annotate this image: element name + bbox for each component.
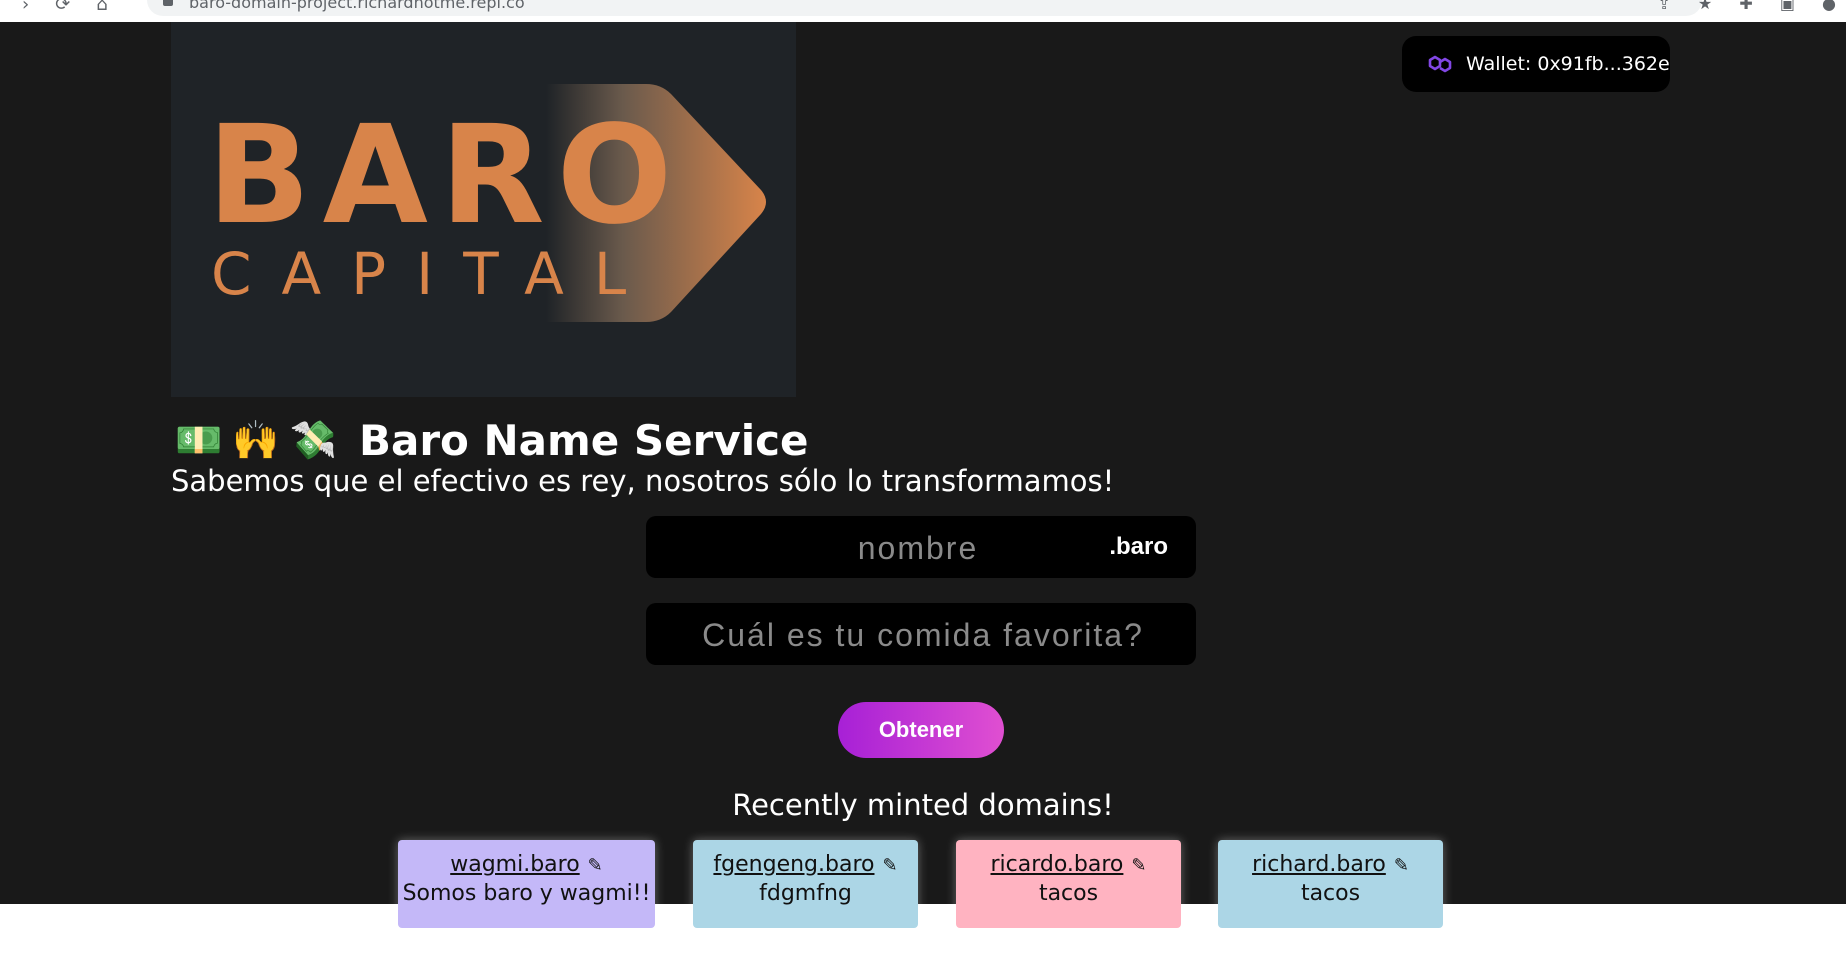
bookmark-star-icon[interactable]: ★ (1698, 0, 1712, 13)
logo-text-baro: BARO (207, 97, 684, 255)
domain-record: tacos (1038, 881, 1099, 906)
page-subtitle: Sabemos que el efectivo es rey, nosotros… (171, 464, 1115, 498)
edit-pencil-icon[interactable]: ✎ (1131, 855, 1146, 876)
address-bar[interactable]: baro-domain-project.richardnotme.repl.co (147, 0, 1702, 16)
domain-record: fdgmfng (759, 881, 852, 906)
record-input[interactable] (666, 603, 1180, 667)
profile-icon[interactable]: ● (1822, 0, 1836, 13)
window-icon[interactable]: ▣ (1780, 0, 1795, 13)
extensions-icon[interactable]: ✚ (1739, 0, 1752, 13)
domain-name-field: .baro (646, 516, 1196, 580)
wallet-address: Wallet: 0x91fb...362e (1466, 53, 1670, 75)
domain-card: fgengeng.baro ✎ fdgmfng (693, 840, 918, 928)
browser-toolbar: ›⟳⌂ baro-domain-project.richardnotme.rep… (0, 0, 1846, 23)
address-bar-url[interactable]: baro-domain-project.richardnotme.repl.co (189, 0, 525, 11)
logo-graphic: BARO CAPITAL (207, 84, 766, 322)
page-title: Baro Name Service (358, 415, 809, 465)
browser-action-icons: ⇪ ★ ✚ ▣ ● (1635, 0, 1836, 13)
edit-pencil-icon[interactable]: ✎ (882, 855, 897, 876)
domain-card: ricardo.baro ✎ tacos (956, 840, 1181, 928)
edit-pencil-icon[interactable]: ✎ (1394, 855, 1409, 876)
record-field (646, 603, 1196, 667)
domain-link[interactable]: richard.baro (1252, 852, 1386, 877)
browser-nav-icons[interactable]: ›⟳⌂ (22, 0, 134, 15)
edit-pencil-icon[interactable]: ✎ (588, 855, 603, 876)
money-wings-emoji-icon: 💸 (289, 418, 337, 462)
domain-name-input[interactable] (766, 516, 1070, 580)
logo-text-capital: CAPITAL (211, 240, 656, 308)
lock-icon (163, 0, 173, 6)
domain-link[interactable]: wagmi.baro (450, 852, 579, 877)
share-icon[interactable]: ⇪ (1657, 0, 1670, 13)
domain-card: wagmi.baro ✎ Somos baro y wagmi!! (398, 840, 655, 928)
domain-card: richard.baro ✎ tacos (1218, 840, 1443, 928)
raising-hands-emoji-icon: 🙌 (232, 418, 280, 462)
polygon-icon (1428, 55, 1452, 73)
app-container: BARO CAPITAL Wallet: 0x91fb...362e 💵 🙌 💸… (0, 22, 1846, 904)
domain-link[interactable]: ricardo.baro (991, 852, 1124, 877)
baro-capital-logo: BARO CAPITAL (171, 22, 796, 397)
mint-button[interactable]: Obtener (838, 702, 1004, 758)
tld-suffix: .baro (1109, 533, 1168, 560)
header: 💵 🙌 💸 Baro Name Service (175, 410, 809, 470)
money-emoji-icon: 💵 (175, 418, 223, 462)
domain-record: Somos baro y wagmi!! (402, 881, 651, 906)
wallet-badge[interactable]: Wallet: 0x91fb...362e (1402, 36, 1670, 92)
domain-record: tacos (1300, 881, 1361, 906)
domain-link[interactable]: fgengeng.baro (713, 852, 874, 877)
recent-domains-heading: Recently minted domains! (732, 788, 1114, 822)
